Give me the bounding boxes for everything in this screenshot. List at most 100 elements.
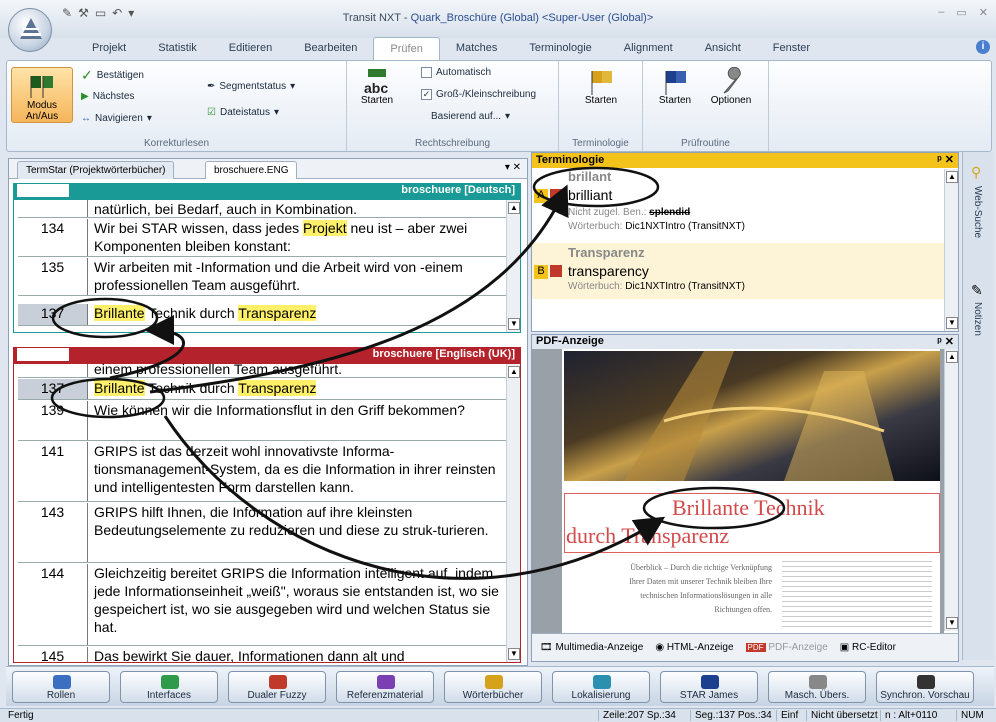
checkmark-icon: ✓ bbox=[81, 67, 93, 83]
table-row[interactable]: 143 GRIPS hilft Ihnen, die Information au… bbox=[18, 503, 514, 563]
pane-close-icon[interactable]: ᵖ ✕ bbox=[937, 335, 954, 348]
notes-icon[interactable]: ✎ bbox=[971, 282, 983, 299]
group-pruefroutine: Starten Optionen Prüfroutine bbox=[643, 61, 769, 151]
term-entry[interactable]: brillant A brilliant Nicht zugel. Ben.: … bbox=[532, 169, 944, 247]
minimize-icon[interactable]: – bbox=[938, 6, 944, 19]
eiffel-tower-photo bbox=[564, 351, 940, 481]
table-row[interactable]: 135 Wir arbeiten mit -Information und die… bbox=[18, 258, 514, 296]
pdf-heading-line2: durch Transparenz bbox=[566, 523, 730, 548]
naechstes-button[interactable]: ▶ Nächstes bbox=[81, 91, 134, 102]
table-row[interactable]: 134 Wir bei STAR wissen, dass jedes Proje… bbox=[18, 219, 514, 257]
bottom-toolbar: Rollen Interfaces Dualer Fuzzy Referenzmate… bbox=[6, 666, 994, 706]
table-row[interactable]: 137 Brillante Technik durch Transparenz bbox=[18, 379, 514, 400]
abc-flags-icon: abc bbox=[364, 69, 388, 95]
table-row[interactable]: 144 Gleichzeitig bereitet GRIPS die Infor… bbox=[18, 564, 514, 646]
tab-fenster[interactable]: Fenster bbox=[757, 37, 826, 61]
pane-close-icon[interactable]: ᵖ ✕ bbox=[937, 153, 954, 166]
segmentstatus-button[interactable]: ✒ Segmentstatus ▾ bbox=[207, 81, 295, 92]
toolbar-icon bbox=[53, 675, 71, 689]
group-label: Terminologie bbox=[572, 138, 629, 149]
tab-pr-fen[interactable]: Prüfen bbox=[373, 37, 440, 61]
tab-projekt[interactable]: Projekt bbox=[76, 37, 142, 61]
bestaetigen-button[interactable]: ✓ Bestätigen bbox=[81, 67, 144, 84]
table-row[interactable]: 145 Das bewirkt Sie dauer, Informationen … bbox=[18, 647, 514, 662]
close-icon[interactable]: ✕ bbox=[979, 6, 988, 19]
gross-klein-checkbox[interactable]: ✓ Groß-/Kleinschreibung bbox=[421, 89, 536, 100]
tab-matches[interactable]: Matches bbox=[440, 37, 514, 61]
maximize-icon[interactable]: ▭ bbox=[956, 6, 966, 19]
pdf-header: PDF-Anzeige ᵖ ✕ bbox=[532, 335, 958, 349]
group-korrekturlesen: Modus An/Aus ✓ Bestätigen ▶ Nächstes ↔ Navi… bbox=[7, 61, 347, 151]
table-row[interactable]: 139 Wie können wir die Informationsflut i… bbox=[18, 401, 514, 441]
tab-multimedia[interactable]: 🎞 Multimedia-Anzeige bbox=[540, 642, 643, 653]
tab-alignment[interactable]: Alignment bbox=[608, 37, 689, 61]
rechtschreibung-starten-button[interactable]: abc Starten bbox=[353, 67, 401, 106]
modus-label: Modus An/Aus bbox=[25, 100, 59, 122]
table-row[interactable]: natürlich, bei Bedarf, auch in Kombinati… bbox=[18, 200, 514, 218]
ribbon: Modus An/Aus ✓ Bestätigen ▶ Nächstes ↔ Navi… bbox=[6, 60, 992, 152]
tab-bearbeiten[interactable]: Bearbeiten bbox=[288, 37, 373, 61]
term-entry[interactable]: Transparenz B transparency Wörterbuch: D… bbox=[532, 243, 944, 299]
bottom-button-dualer-fuzzy[interactable]: Dualer Fuzzy bbox=[228, 671, 326, 703]
document-pane: TermStar (Projektwörterbücher) broschuer… bbox=[8, 158, 528, 666]
web-search-tab[interactable]: Web-Suche bbox=[972, 186, 983, 238]
pruefroutine-starten-button[interactable]: Starten bbox=[651, 67, 699, 106]
table-row[interactable]: einem professionellen Team ausgeführt. bbox=[18, 364, 514, 378]
navigieren-button[interactable]: ↔ Navigieren ▾ bbox=[81, 113, 152, 124]
terminology-pane: Terminologie ᵖ ✕ brillant A brilliant Nic… bbox=[531, 152, 959, 332]
source-header: broschuere [Deutsch] bbox=[13, 183, 521, 199]
terminology-scrollbar[interactable]: ▲ ▼ bbox=[944, 169, 958, 331]
bottom-button-interfaces[interactable]: Interfaces bbox=[120, 671, 218, 703]
pdf-heading-line1: Brillante Technik bbox=[672, 495, 825, 520]
dateistatus-button[interactable]: ☑ Dateistatus ▾ bbox=[207, 107, 279, 118]
help-icon[interactable]: i bbox=[976, 40, 990, 54]
bottom-button-synchron-vorschau[interactable]: Synchron. Vorschau bbox=[876, 671, 974, 703]
wrench-icon bbox=[723, 67, 741, 94]
pdf-body-text: Überblick – Durch die richtige Verknüpfu… bbox=[629, 563, 772, 614]
scroll-up-icon: ▲ bbox=[508, 202, 520, 214]
bottom-button-label: Synchron. Vorschau bbox=[880, 690, 970, 701]
tab-editieren[interactable]: Editieren bbox=[213, 37, 288, 61]
table-row[interactable]: 141 GRIPS ist das derzeit wohl innovativs… bbox=[18, 442, 514, 502]
modus-toggle-button[interactable]: Modus An/Aus bbox=[11, 67, 73, 123]
application-menu-button[interactable] bbox=[8, 8, 52, 52]
toolbar-icon bbox=[593, 675, 611, 689]
search-icon[interactable]: ⚲ bbox=[971, 164, 981, 181]
terminologie-starten-button[interactable]: Starten bbox=[577, 67, 625, 106]
bottom-button-label: Lokalisierung bbox=[571, 690, 631, 701]
tab-pdf[interactable]: PDF PDF-Anzeige bbox=[745, 642, 828, 653]
pdf-column-text bbox=[782, 557, 932, 627]
status-seg: Seg.:137 Pos.:34 bbox=[690, 710, 776, 721]
pdf-scrollbar[interactable]: ▲ ▼ bbox=[944, 349, 958, 631]
tab-ansicht[interactable]: Ansicht bbox=[689, 37, 757, 61]
document-tabs: TermStar (Projektwörterbücher) broschuer… bbox=[9, 159, 527, 179]
bottom-button-w-rterb-cher[interactable]: Wörterbücher bbox=[444, 671, 542, 703]
tab-rc-editor[interactable]: ▣ RC-Editor bbox=[840, 642, 896, 653]
tab-broschuere[interactable]: broschuere.ENG bbox=[205, 161, 298, 179]
notes-tab[interactable]: Notizen bbox=[972, 302, 983, 336]
scroll-up-icon: ▲ bbox=[946, 171, 958, 183]
bottom-button-star-james[interactable]: STAR James bbox=[660, 671, 758, 703]
tab-html[interactable]: ◉ HTML-Anzeige bbox=[655, 642, 733, 653]
table-row[interactable]: 137 Brillante Technik durch Transparenz bbox=[18, 304, 514, 326]
scroll-down-icon: ▼ bbox=[946, 617, 958, 629]
pane-close-icon[interactable]: ▾ ✕ bbox=[505, 162, 521, 173]
source-header-label: broschuere [Deutsch] bbox=[401, 184, 515, 196]
source-scrollbar[interactable]: ▲ ▼ bbox=[506, 200, 520, 332]
group-label: Prüfroutine bbox=[681, 138, 730, 149]
bottom-button-lokalisierung[interactable]: Lokalisierung bbox=[552, 671, 650, 703]
optionen-button[interactable]: Optionen bbox=[705, 67, 757, 106]
bottom-button-masch-bers-[interactable]: Masch. Übers. bbox=[768, 671, 866, 703]
tab-termstar[interactable]: TermStar (Projektwörterbücher) bbox=[17, 161, 175, 179]
term-flag-icon bbox=[550, 189, 562, 201]
basierend-auf-dropdown[interactable]: Basierend auf... ▾ bbox=[431, 111, 510, 122]
status-zeile: Zeile:207 Sp.:34 bbox=[598, 710, 680, 721]
source-editor[interactable]: natürlich, bei Bedarf, auch in Kombinati… bbox=[13, 199, 521, 333]
target-scrollbar[interactable]: ▲ ▼ bbox=[506, 364, 520, 662]
target-editor[interactable]: einem professionellen Team ausgeführt. 1… bbox=[13, 363, 521, 663]
tab-terminologie[interactable]: Terminologie bbox=[513, 37, 607, 61]
automatisch-checkbox[interactable]: Automatisch bbox=[421, 67, 491, 78]
bottom-button-referenzmaterial[interactable]: Referenzmaterial bbox=[336, 671, 434, 703]
tab-statistik[interactable]: Statistik bbox=[142, 37, 213, 61]
bottom-button-rollen[interactable]: Rollen bbox=[12, 671, 110, 703]
